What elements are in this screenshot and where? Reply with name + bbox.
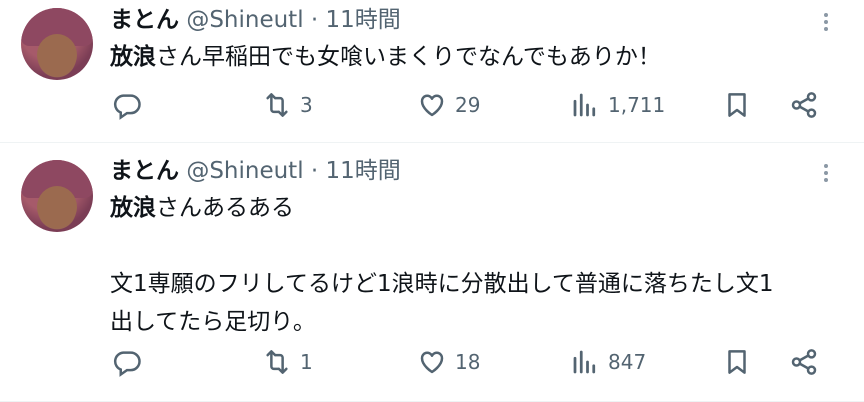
views-icon xyxy=(573,93,596,117)
view-count: 847 xyxy=(608,350,647,374)
tweet-actions: 3 29 1,711 xyxy=(112,85,844,125)
share-icon xyxy=(791,92,817,118)
reply-button[interactable] xyxy=(112,85,150,125)
tweet-content: まとん @Shineutl · 11時間 放浪さんあるある 文1専願のフリしてる… xyxy=(110,153,844,341)
tweet-text: 放浪さんあるある 文1専願のフリしてるけど1浪時に分散出して普通に落ちたし文1 … xyxy=(110,189,844,341)
tweet-content: まとん @Shineutl · 11時間 放浪さん早稲田でも女喰いまくりでなんで… xyxy=(110,2,844,76)
reply-icon xyxy=(113,94,141,120)
more-options-icon[interactable] xyxy=(816,161,836,191)
like-button[interactable]: 18 xyxy=(417,342,480,382)
bookmark-button[interactable] xyxy=(722,342,752,382)
share-button[interactable] xyxy=(789,342,819,382)
tweet-header: まとん @Shineutl · 11時間 xyxy=(110,153,844,189)
mention[interactable]: 放浪 xyxy=(110,195,156,221)
author-name[interactable]: まとん xyxy=(110,7,179,33)
retweet-button[interactable]: 3 xyxy=(262,85,313,125)
like-button[interactable]: 29 xyxy=(417,85,480,125)
retweet-count: 3 xyxy=(300,93,313,117)
retweet-count: 1 xyxy=(300,350,313,374)
reply-button[interactable] xyxy=(112,342,150,382)
tweet-actions: 1 18 847 xyxy=(112,342,844,382)
author-handle[interactable]: @Shineutl xyxy=(186,7,303,33)
retweet-button[interactable]: 1 xyxy=(262,342,313,382)
views-button[interactable]: 1,711 xyxy=(570,85,665,125)
view-count: 1,711 xyxy=(608,93,666,117)
separator-dot: · xyxy=(310,7,319,33)
heart-icon xyxy=(420,94,444,117)
bookmark-icon xyxy=(728,93,746,117)
tweet-header: まとん @Shineutl · 11時間 xyxy=(110,2,844,38)
retweet-icon xyxy=(266,350,288,374)
author-name[interactable]: まとん xyxy=(110,158,179,184)
separator-dot: · xyxy=(310,158,319,184)
author-handle[interactable]: @Shineutl xyxy=(186,158,303,184)
views-icon xyxy=(573,350,596,374)
like-count: 18 xyxy=(455,350,481,374)
tweet-text: 放浪さん早稲田でも女喰いまくりでなんでもありか！ xyxy=(110,38,844,76)
tweet[interactable]: まとん @Shineutl · 11時間 放浪さん早稲田でも女喰いまくりでなんで… xyxy=(0,0,864,143)
tweet-time[interactable]: 11時間 xyxy=(326,7,401,33)
tweet-time[interactable]: 11時間 xyxy=(326,158,401,184)
avatar[interactable] xyxy=(21,160,93,232)
avatar[interactable] xyxy=(21,8,93,80)
mention[interactable]: 放浪 xyxy=(110,44,156,70)
tweet-text-body: さんあるある 文1専願のフリしてるけど1浪時に分散出して普通に落ちたし文1 出し… xyxy=(110,195,774,335)
like-count: 29 xyxy=(455,93,481,117)
tweet[interactable]: まとん @Shineutl · 11時間 放浪さんあるある 文1専願のフリしてる… xyxy=(0,143,864,402)
bookmark-icon xyxy=(728,350,746,374)
views-button[interactable]: 847 xyxy=(570,342,646,382)
more-options-icon[interactable] xyxy=(816,10,836,40)
retweet-icon xyxy=(266,93,288,117)
heart-icon xyxy=(420,351,444,374)
share-button[interactable] xyxy=(789,85,819,125)
reply-icon xyxy=(113,351,141,377)
bookmark-button[interactable] xyxy=(722,85,752,125)
share-icon xyxy=(791,349,817,375)
tweet-text-body: さん早稲田でも女喰いまくりでなんでもありか！ xyxy=(156,44,661,70)
